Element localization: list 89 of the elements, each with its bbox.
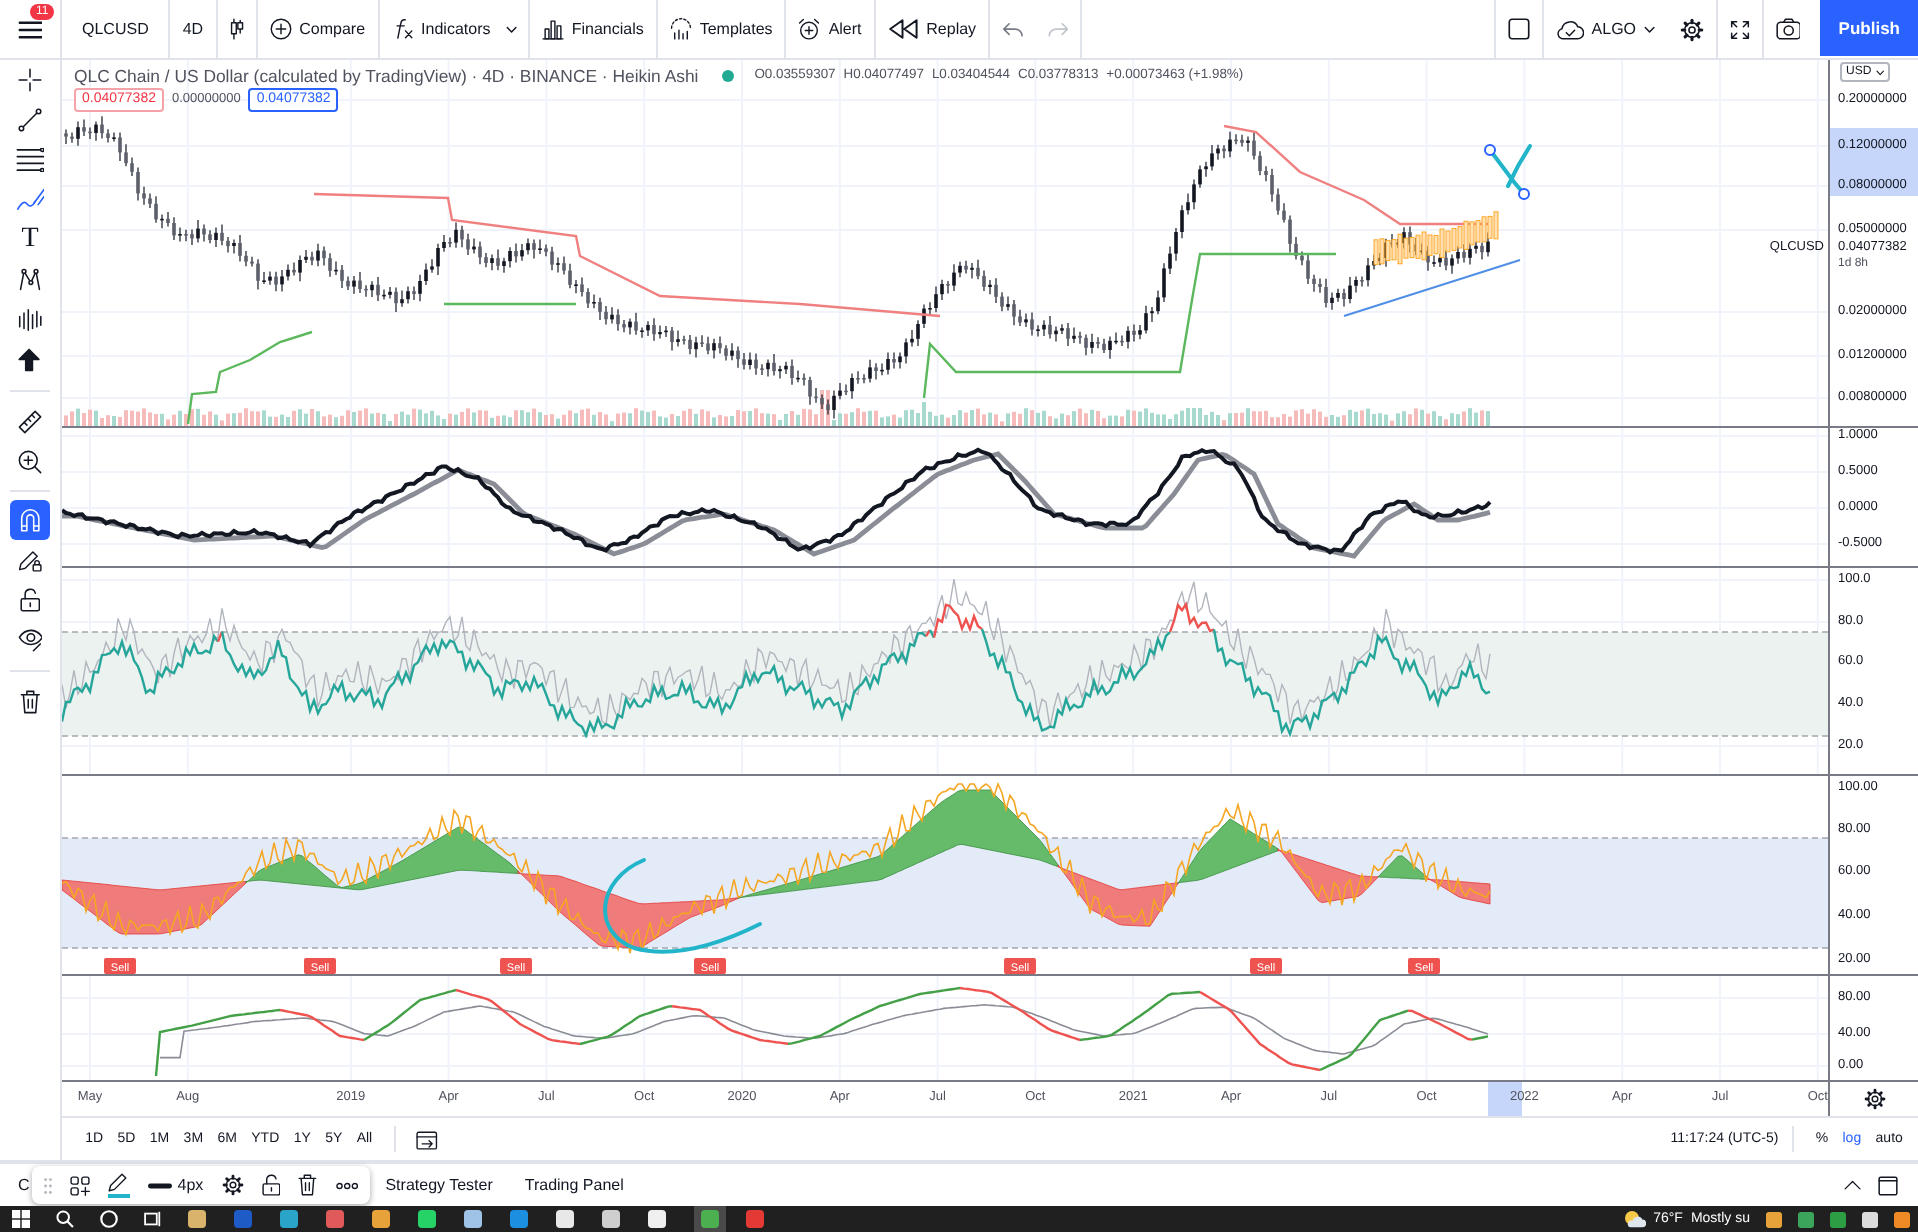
indicators-button[interactable]: Indicators [379,0,503,58]
vertical-bars-icon [18,308,42,332]
replay-button[interactable]: Replay [875,0,989,58]
more-button[interactable] [335,1181,358,1189]
drawing-settings-button[interactable] [221,1174,244,1196]
rewind-icon [887,18,919,40]
calendar-arrow-icon [416,1129,439,1149]
text-tool[interactable]: T [10,220,50,260]
unlocked-padlock-icon [261,1174,281,1196]
zoom-in-icon [18,450,42,474]
candles-icon [229,18,244,40]
redo-icon [1047,21,1069,37]
menu-icon [17,19,43,39]
chevron-up-icon [1844,1180,1862,1190]
app-icon[interactable] [280,1210,298,1228]
trailing-stop-line [186,330,313,425]
eye-icon [17,628,43,652]
stacked-rectangles-icon[interactable] [144,1210,162,1228]
templates-icon [69,1175,90,1195]
chart-title: QLC Chain / US Dollar (calculated by TradingView) · 4D · BINANCE · Heikin Ashi [74,65,699,85]
line-color-button[interactable] [107,1172,130,1198]
drag-handle-icon [43,1177,52,1193]
app-icon[interactable] [746,1210,764,1228]
circle-icon[interactable] [100,1210,118,1228]
line-width-button[interactable]: 4px [147,1176,204,1194]
app-icon[interactable] [556,1210,574,1228]
app-icon[interactable] [464,1210,482,1228]
compare-button[interactable]: Compare [257,0,378,58]
caret-down-icon [1875,69,1884,75]
horizontal-lines-icon [15,148,45,172]
app-icon[interactable] [694,1206,726,1232]
search-icon[interactable] [56,1210,74,1228]
sun-cloud-icon [1623,1210,1646,1228]
pencil-icon [108,1172,129,1192]
arrow-up-icon [18,348,42,372]
maximize-icon [1878,1175,1898,1195]
fullscreen-icon [1729,19,1750,39]
trash-icon [19,690,41,714]
camera-icon [1775,18,1801,40]
bar-chart-icon [541,18,564,40]
panel-tab[interactable]: Strategy Tester [369,1176,509,1194]
drag-handle[interactable] [1484,144,1496,156]
delete-button[interactable] [298,1174,318,1196]
function-icon [391,18,414,40]
publish-button[interactable]: Publish [1820,0,1918,56]
interval-selector[interactable]: 4D [170,0,216,58]
plus-circle-icon [269,18,292,40]
settings-icon [1679,17,1704,41]
brush-icon [15,188,45,212]
financials-button[interactable]: Financials [529,0,656,58]
unlocked-padlock-icon [19,588,41,612]
caret-down-icon [1644,25,1656,33]
connected-points-icon [18,268,42,292]
more-icon [335,1181,358,1189]
app-icon[interactable] [372,1210,390,1228]
alert-button[interactable]: Alert [786,0,874,58]
cloud-check-icon [1555,19,1584,39]
trash-icon [298,1174,318,1196]
magnet-tool[interactable] [10,500,50,540]
bars-arc-icon [669,18,692,40]
symbol-selector[interactable]: QLCUSD [62,0,169,58]
app-icon[interactable] [648,1210,666,1228]
square-icon [1507,18,1530,40]
settings-icon [221,1174,244,1196]
panel-tab[interactable]: C [18,1176,32,1194]
pencil-lock-icon [18,548,42,572]
line-width-icon [147,1181,172,1189]
magnet-icon [19,508,41,532]
four-squares-icon[interactable] [12,1210,30,1228]
drag-handle[interactable] [1518,188,1530,200]
lock-button[interactable] [261,1174,281,1196]
app-icon[interactable] [326,1210,344,1228]
template-button[interactable] [69,1175,90,1195]
projection-bar-series [1373,211,1499,265]
ruler-icon [18,410,42,434]
chart-settings-button[interactable] [1863,1088,1885,1110]
app-icon[interactable] [602,1210,620,1228]
crosshair-icon [18,68,42,92]
undo-icon [1002,21,1024,37]
panel-tab[interactable]: Trading Panel [508,1176,640,1194]
app-icon[interactable] [418,1210,436,1228]
alarm-clock-icon [798,18,821,40]
trend-line-icon [18,108,42,132]
layout-menu-button[interactable]: ALGO [1543,0,1668,58]
app-icon[interactable] [510,1210,528,1228]
settings-icon [1863,1088,1885,1110]
templates-button[interactable]: Templates [657,0,785,58]
app-icon[interactable] [188,1210,206,1228]
caret-down-icon [506,25,518,33]
